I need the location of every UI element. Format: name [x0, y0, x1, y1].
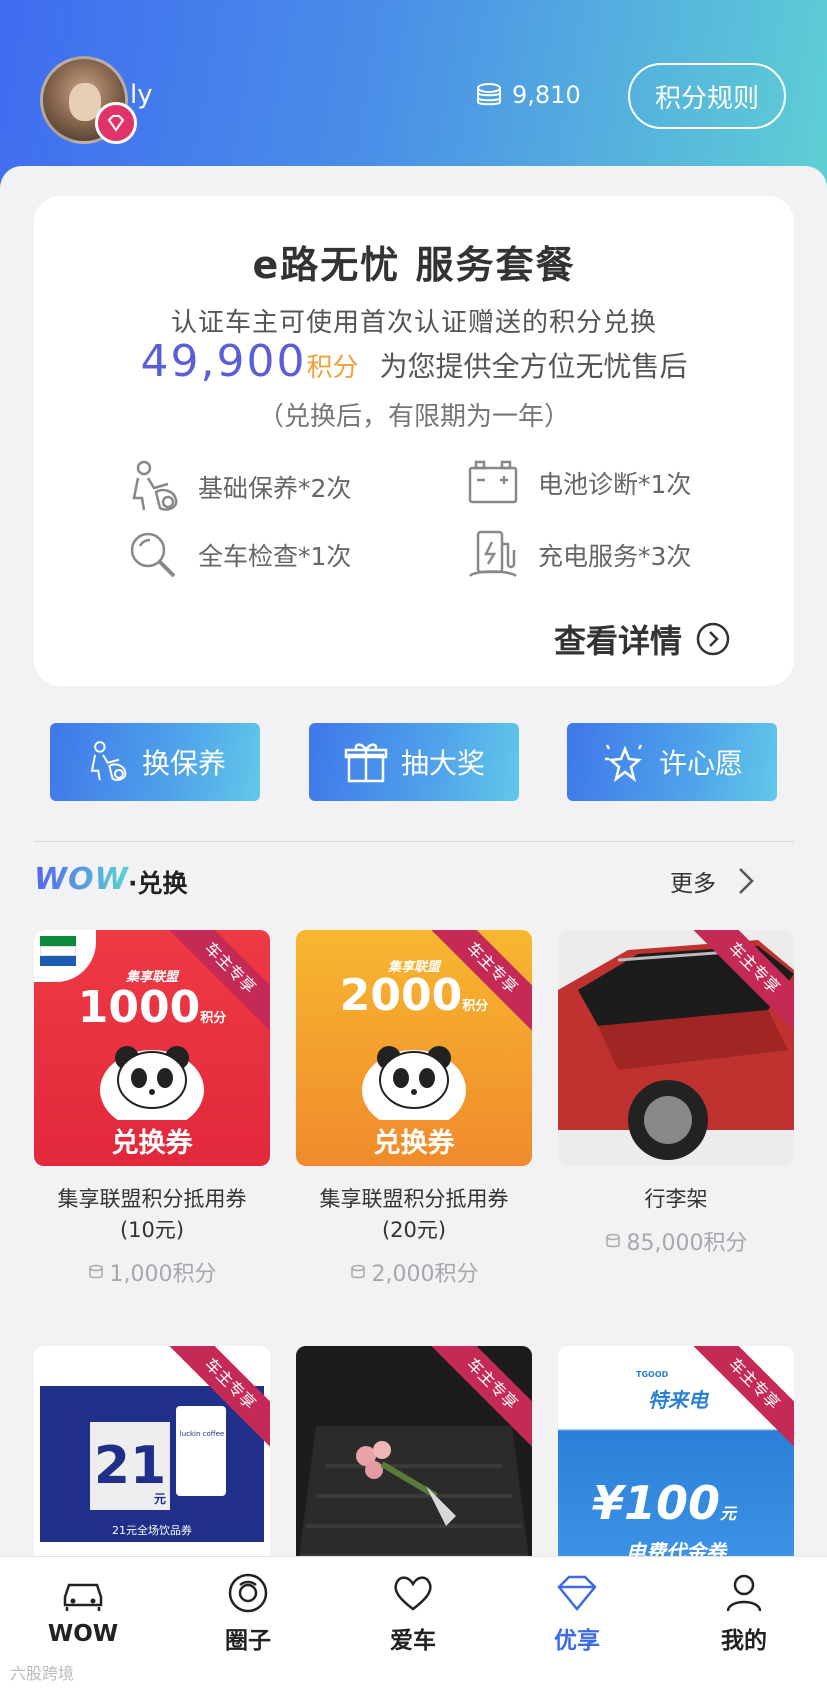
service-item: 充电服务*3次	[464, 526, 691, 584]
package-validity: （兑换后，有限期为一年）	[257, 402, 570, 432]
panda-mascot-icon	[362, 1046, 466, 1120]
action-label: 抽大奖	[400, 747, 485, 780]
coffee-coupon-panel: 21 元 luckin coffee 21元全场饮品券	[40, 1386, 264, 1542]
product-name: 集享联盟积分抵用券 (20元)	[319, 1187, 509, 1242]
wow-logo: WOW	[34, 862, 129, 897]
heart-icon	[394, 1576, 432, 1611]
make-wish-button[interactable]: 许心愿	[567, 723, 777, 801]
service-label: 充电服务*3次	[538, 542, 692, 571]
package-description: 认证车主可使用首次认证赠送的积分兑换	[170, 308, 657, 338]
bottom-tab-bar: WOW 圈子 爱车 优享 我的	[0, 1556, 827, 1689]
tab-benefits[interactable]: 优享	[517, 1571, 637, 1655]
coins-icon	[605, 1233, 620, 1248]
section-divider	[34, 841, 794, 842]
product-price: 1,000积分	[34, 1256, 270, 1288]
product-card[interactable]: 集享联盟 2000积分 兑换券 车主专享 集享联盟积分抵用券 (20元) 2,00…	[296, 930, 532, 1288]
package-description-tail: 为您提供全方位无忧售后	[379, 350, 688, 383]
action-label: 换保养	[141, 747, 226, 780]
service-label: 全车检查*1次	[198, 542, 352, 571]
tab-profile[interactable]: 我的	[684, 1571, 804, 1655]
maintenance-icon	[132, 460, 178, 511]
product-name: 集享联盟积分抵用券 (10元)	[57, 1187, 247, 1242]
section-title: ·兑换	[128, 869, 188, 898]
product-card[interactable]: 21 元 luckin coffee 21元全场饮品券 车主专享	[34, 1346, 270, 1582]
watermark: 六股跨境	[10, 1664, 75, 1683]
circle-icon	[228, 1573, 268, 1613]
tab-label: 爱车	[390, 1628, 436, 1654]
gift-icon	[344, 743, 388, 783]
tab-circle[interactable]: 圈子	[188, 1571, 308, 1655]
battery-icon	[468, 460, 518, 504]
username: ly	[130, 80, 153, 110]
product-price: 2,000积分	[296, 1256, 532, 1288]
charging-icon	[468, 530, 517, 578]
service-item: 基础保养*2次	[124, 458, 351, 516]
product-card[interactable]: TGOOD 特来电 ¥100元 电费代金券 车主专享	[558, 1346, 794, 1582]
coupon-amount: ¥100元	[592, 1476, 737, 1530]
package-title: e路无忧 服务套餐	[252, 243, 576, 287]
service-label: 基础保养*2次	[198, 474, 352, 503]
car-icon	[63, 1583, 103, 1611]
coffee-brand: luckin coffee	[179, 1430, 225, 1438]
product-card[interactable]: 集享联盟 1000积分 兑换券 车主专享 集享联盟积分抵用券 (10元) 1,00…	[34, 930, 270, 1288]
panda-mascot-icon	[100, 1046, 204, 1120]
coffee-cup-icon	[176, 1406, 226, 1496]
tab-label: 圈子	[225, 1628, 271, 1654]
product-image: TGOOD 特来电 ¥100元 电费代金券 车主专享	[558, 1346, 794, 1582]
product-card[interactable]: 车主专享	[296, 1346, 532, 1582]
person-icon	[726, 1574, 762, 1612]
lucky-draw-button[interactable]: 抽大奖	[309, 723, 519, 801]
exchange-maintenance-button[interactable]: 换保养	[50, 723, 260, 801]
tab-label: 优享	[554, 1628, 600, 1654]
tab-wow[interactable]: WOW	[23, 1571, 143, 1647]
coupon-text: 21元全场饮品券	[112, 1524, 192, 1537]
maintenance-icon	[90, 741, 127, 781]
view-details-label: 查看详情	[554, 622, 683, 660]
service-item: 全车检查*1次	[124, 526, 351, 584]
more-link[interactable]: 更多	[670, 864, 754, 898]
chevron-right-circle-icon	[696, 622, 730, 656]
product-name: 行李架	[644, 1187, 708, 1211]
brand-en: TGOOD	[636, 1370, 669, 1379]
service-label: 电池诊断*1次	[538, 470, 692, 499]
package-points-value: 49,900	[140, 336, 307, 387]
product-image: 集享联盟 1000积分 兑换券 车主专享	[34, 930, 270, 1166]
view-details-link[interactable]: 查看详情	[554, 616, 730, 662]
package-points-line: 49,900积分 为您提供全方位无忧售后	[34, 336, 794, 387]
brand-name: 特来电	[648, 1388, 708, 1412]
coupon-label: 兑换券	[373, 1128, 455, 1159]
wish-star-icon	[604, 744, 643, 783]
diamond-icon	[557, 1575, 597, 1611]
action-label: 许心愿	[658, 747, 743, 780]
more-label: 更多	[670, 871, 716, 897]
coins-icon	[350, 1264, 365, 1279]
tab-my-car[interactable]: 爱车	[353, 1571, 473, 1655]
package-points-unit: 积分	[306, 353, 359, 383]
coupon-unit: 元	[154, 1492, 167, 1506]
coins-icon	[88, 1264, 103, 1279]
product-image: 集享联盟 2000积分 兑换券 车主专享	[296, 930, 532, 1166]
points-balance: 9,810	[474, 80, 581, 110]
tab-label: WOW	[47, 1621, 119, 1647]
coins-icon	[477, 83, 501, 106]
points-value: 9,810	[512, 81, 581, 109]
product-image: 21 元 luckin coffee 21元全场饮品券 车主专享	[34, 1346, 270, 1582]
product-card[interactable]: 车主专享 行李架 85,000积分	[558, 930, 794, 1257]
magnifier-icon	[130, 532, 176, 578]
product-price: 85,000积分	[558, 1225, 794, 1257]
chevron-right-icon	[739, 868, 754, 894]
service-package-card: e路无忧 服务套餐 认证车主可使用首次认证赠送的积分兑换 49,900积分 为您…	[34, 196, 794, 686]
coupon-label: 兑换券	[111, 1128, 193, 1159]
product-image: 车主专享	[558, 930, 794, 1166]
service-item: 电池诊断*1次	[464, 454, 691, 512]
product-image: 车主专享	[296, 1346, 532, 1582]
tab-label: 我的	[721, 1628, 767, 1654]
points-rules-button[interactable]: 积分规则	[628, 63, 786, 129]
